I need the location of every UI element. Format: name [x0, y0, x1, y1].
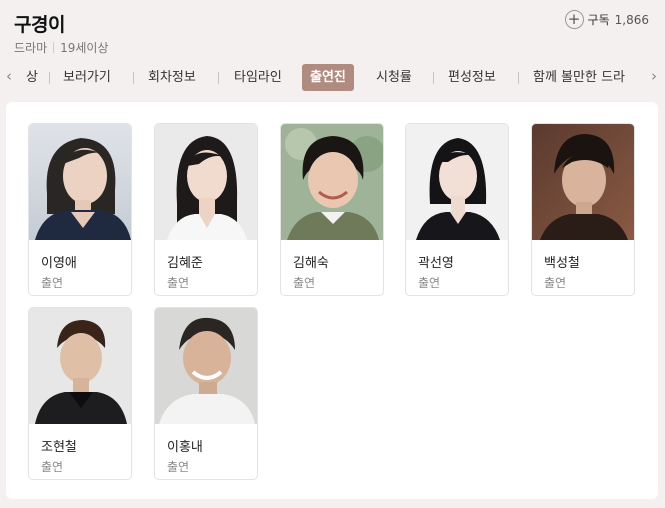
tab-schedule[interactable]: 편성정보 — [448, 64, 496, 91]
cast-card[interactable]: 조현철 출연 — [28, 307, 132, 480]
cast-role: 출연 — [293, 276, 316, 290]
tab-recommended[interactable]: 함께 볼만한 드라 — [533, 64, 625, 91]
chevron-right-icon[interactable]: › — [647, 67, 661, 85]
cast-name: 백성철 — [544, 256, 580, 271]
tab-divider — [133, 72, 134, 84]
tab-divider — [518, 72, 519, 84]
cast-card[interactable]: 김혜준 출연 — [154, 123, 258, 296]
tab-ratings[interactable]: 시청률 — [376, 64, 412, 91]
program-title: 구경이 — [14, 14, 65, 36]
cast-role: 출연 — [544, 276, 567, 290]
program-header: 구경이 드라마 19세이상 + 구독 1,866 — [0, 0, 665, 60]
cast-role: 출연 — [167, 276, 190, 290]
cast-photo — [281, 124, 383, 240]
cast-photo — [532, 124, 634, 240]
tab-divider — [49, 72, 50, 84]
subscribe-label: 구독 — [587, 13, 610, 27]
tab-divider — [433, 72, 434, 84]
tab-cast[interactable]: 출연진 — [302, 64, 354, 91]
cast-card[interactable]: 김해숙 출연 — [280, 123, 384, 296]
cast-name: 곽선영 — [418, 256, 454, 271]
genre-label: 드라마 — [14, 41, 48, 55]
cast-role: 출연 — [418, 276, 441, 290]
tab-divider — [218, 72, 219, 84]
cast-card[interactable]: 백성철 출연 — [531, 123, 635, 296]
cast-card[interactable]: 곽선영 출연 — [405, 123, 509, 296]
tab-watch[interactable]: 보러가기 — [63, 64, 111, 91]
cast-role: 출연 — [41, 276, 64, 290]
tab-timeline[interactable]: 타임라인 — [234, 64, 282, 91]
meta-divider — [53, 42, 55, 53]
cast-photo — [29, 308, 131, 424]
cast-card[interactable]: 이홍내 출연 — [154, 307, 258, 480]
cast-card[interactable]: 이영애 출연 — [28, 123, 132, 296]
tab-bar: ‹ 상 보러가기 회차정보 타임라인 출연진 시청률 편성정보 함께 볼만한 드… — [0, 63, 665, 93]
cast-photo — [155, 124, 257, 240]
cast-name: 김혜준 — [167, 256, 203, 271]
tab-partial[interactable]: 상 — [26, 64, 38, 91]
cast-role: 출연 — [167, 460, 190, 474]
cast-photo — [406, 124, 508, 240]
chevron-left-icon[interactable]: ‹ — [2, 67, 16, 85]
cast-role: 출연 — [41, 460, 64, 474]
cast-name: 조현철 — [41, 440, 77, 455]
tab-episodes[interactable]: 회차정보 — [148, 64, 196, 91]
age-rating: 19세이상 — [60, 41, 109, 55]
cast-name: 이영애 — [41, 256, 77, 271]
cast-panel: 이영애 출연 김혜준 출연 김해숙 출연 곽선영 출연 백성철 출연 조현철 출… — [6, 102, 658, 499]
program-meta: 드라마 19세이상 — [14, 39, 109, 56]
plus-icon: + — [564, 10, 584, 29]
subscribe-button[interactable]: + 구독 1,866 — [564, 10, 649, 29]
cast-photo — [29, 124, 131, 240]
cast-name: 김해숙 — [293, 256, 329, 271]
subscriber-count: 1,866 — [614, 12, 649, 27]
cast-photo — [155, 308, 257, 424]
cast-name: 이홍내 — [167, 440, 203, 455]
